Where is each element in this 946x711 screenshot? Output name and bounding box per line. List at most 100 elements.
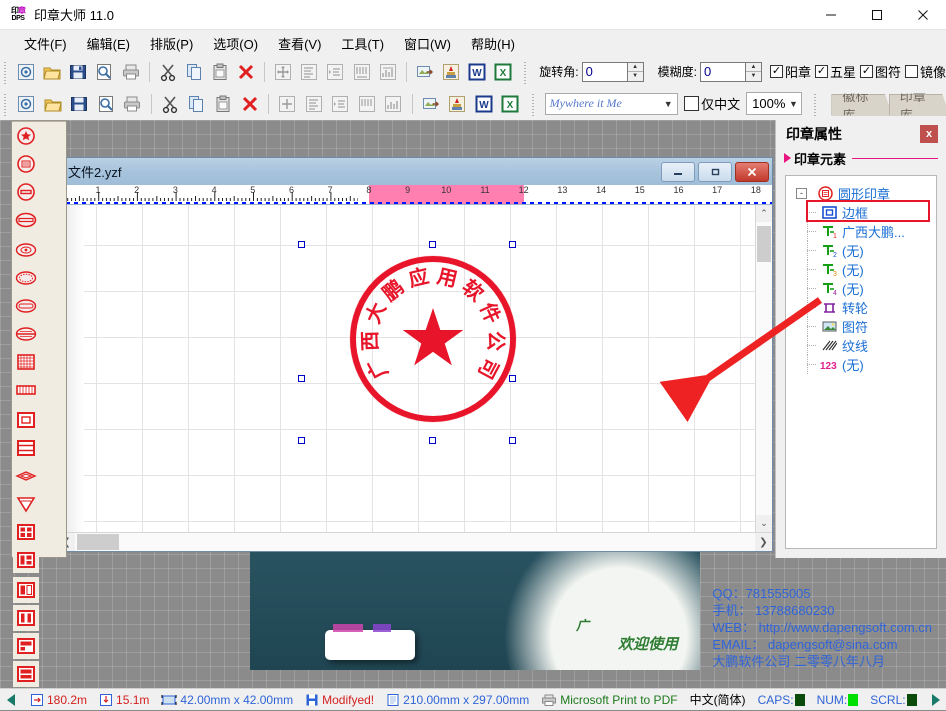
- tree-node-hatch[interactable]: 纹线: [790, 336, 932, 355]
- paste2-button[interactable]: [211, 91, 236, 117]
- shape-circle-line-icon[interactable]: [13, 179, 39, 205]
- toolbar-gripper-2[interactable]: [522, 60, 530, 84]
- shape-left-split-icon[interactable]: [13, 547, 39, 573]
- menu-edit[interactable]: 编辑(E): [77, 31, 140, 56]
- selection-handle-mr[interactable]: [509, 375, 516, 382]
- document-restore-button[interactable]: [698, 162, 732, 182]
- export-stamp-button[interactable]: [439, 59, 463, 85]
- menu-file[interactable]: 文件(F): [14, 31, 77, 56]
- chevron-down-icon[interactable]: ▼: [659, 99, 677, 109]
- checkbox-positive-seal[interactable]: ✓ 阳章: [770, 62, 811, 81]
- delete-button[interactable]: [234, 59, 258, 85]
- tree-node-text1[interactable]: 1广西大鹏...: [790, 222, 932, 241]
- menu-options[interactable]: 选项(O): [203, 31, 268, 56]
- selection-handle-tr[interactable]: [509, 241, 516, 248]
- copy-button[interactable]: [182, 59, 206, 85]
- tab-logo-library[interactable]: 徽标库: [831, 94, 892, 116]
- selection-handle-bl[interactable]: [298, 437, 305, 444]
- cut2-button[interactable]: [158, 91, 183, 117]
- toolbar-gripper-4[interactable]: [530, 92, 538, 116]
- new-button[interactable]: [14, 59, 38, 85]
- distribute-h2-button[interactable]: [354, 91, 379, 117]
- rotation-angle-spinner[interactable]: ▲▼: [582, 62, 644, 82]
- export-image-button[interactable]: [413, 59, 437, 85]
- selection-handle-tl[interactable]: [298, 241, 305, 248]
- seal-element-tree[interactable]: -圆形印章边框1广西大鹏...2(无)3(无)4(无)转轮图符纹线123(无): [785, 175, 937, 549]
- preview-doc-button[interactable]: [94, 91, 119, 117]
- blur-spin-arrows[interactable]: ▲▼: [745, 63, 761, 81]
- shape-split-2-icon[interactable]: [13, 605, 39, 631]
- export-word-button[interactable]: W: [465, 59, 489, 85]
- distribute-h-button[interactable]: [350, 59, 374, 85]
- font-select[interactable]: Mywhere it Me ▼: [545, 93, 679, 115]
- open-doc-button[interactable]: [41, 91, 66, 117]
- shape-ellipse-eye-icon[interactable]: [13, 237, 39, 263]
- horizontal-scrollbar[interactable]: ❮ ❯: [58, 532, 772, 551]
- checkbox-symbol[interactable]: ✓ 图符: [860, 62, 901, 81]
- design-canvas[interactable]: 广西大鹏应用软件公司: [58, 205, 755, 532]
- property-panel-close-button[interactable]: x: [920, 125, 938, 143]
- shape-grid-cols-icon[interactable]: [13, 377, 39, 403]
- tree-node-text3[interactable]: 3(无): [790, 260, 932, 279]
- export-stamp2-button[interactable]: [445, 91, 470, 117]
- shape-ellipse-band-icon[interactable]: [13, 293, 39, 319]
- shape-circle-star-icon[interactable]: [13, 123, 39, 149]
- selection-handle-tc[interactable]: [429, 241, 436, 248]
- shape-split-4-icon[interactable]: [13, 661, 39, 687]
- selection-handle-ml[interactable]: [298, 375, 305, 382]
- tree-node-text2[interactable]: 2(无): [790, 241, 932, 260]
- horizontal-scroll-thumb[interactable]: [77, 534, 119, 550]
- menu-window[interactable]: 窗口(W): [394, 31, 461, 56]
- document-minimize-button[interactable]: [661, 162, 695, 182]
- minimize-button[interactable]: [808, 0, 854, 30]
- horizontal-ruler[interactable]: 123456789101112131415161718: [58, 185, 772, 205]
- align-text2-button[interactable]: [301, 91, 326, 117]
- tree-node-symbol[interactable]: 图符: [790, 317, 932, 336]
- export-excel2-button[interactable]: X: [498, 91, 523, 117]
- export-image2-button[interactable]: [418, 91, 443, 117]
- checkbox-box-star[interactable]: ✓: [815, 65, 828, 78]
- vertical-scroll-track[interactable]: [756, 222, 772, 515]
- tree-node-text4[interactable]: 4(无): [790, 279, 932, 298]
- blur-spinner[interactable]: ▲▼: [700, 62, 762, 82]
- cut-button[interactable]: [156, 59, 180, 85]
- align-center-button[interactable]: [271, 59, 295, 85]
- scroll-up-icon[interactable]: ⌃: [756, 205, 772, 222]
- seal-object[interactable]: 广西大鹏应用软件公司: [350, 256, 516, 422]
- toolbar-gripper[interactable]: [2, 60, 10, 84]
- shape-circle-dots-icon[interactable]: [13, 151, 39, 177]
- print-preview-button[interactable]: [92, 59, 116, 85]
- close-button[interactable]: [900, 0, 946, 30]
- align-center2-button[interactable]: [275, 91, 300, 117]
- open-button[interactable]: [40, 59, 64, 85]
- shape-split-3-icon[interactable]: [13, 633, 39, 659]
- status-nav-left[interactable]: [0, 689, 24, 711]
- menu-help[interactable]: 帮助(H): [461, 31, 525, 56]
- shape-ellipse-line-icon[interactable]: [13, 207, 39, 233]
- document-close-button[interactable]: [735, 162, 769, 182]
- shape-rect-bands-icon[interactable]: [13, 435, 39, 461]
- checkbox-box-chinese-only[interactable]: [684, 96, 699, 111]
- selection-handle-br[interactable]: [509, 437, 516, 444]
- vertical-scroll-thumb[interactable]: [757, 226, 771, 262]
- rotation-spin-arrows[interactable]: ▲▼: [627, 63, 643, 81]
- distribute-v-button[interactable]: [376, 59, 400, 85]
- spin-down-icon-2[interactable]: ▼: [746, 72, 761, 81]
- blur-input[interactable]: [701, 63, 745, 81]
- shape-quad-grid-icon[interactable]: [13, 519, 39, 545]
- tree-node-number[interactable]: 123(无): [790, 355, 932, 374]
- indent2-button[interactable]: [328, 91, 353, 117]
- horizontal-scroll-track[interactable]: [75, 533, 755, 551]
- export-word2-button[interactable]: W: [472, 91, 497, 117]
- shape-split-1-icon[interactable]: [13, 577, 39, 603]
- tree-expander-icon[interactable]: -: [796, 188, 807, 199]
- maximize-button[interactable]: [854, 0, 900, 30]
- checkbox-mirror[interactable]: 镜像: [905, 62, 946, 81]
- shape-triangle-down-icon[interactable]: [13, 491, 39, 517]
- rotation-angle-input[interactable]: [583, 63, 627, 81]
- save-button[interactable]: [66, 59, 90, 85]
- checkbox-box-mirror[interactable]: [905, 65, 918, 78]
- selection-handle-bc[interactable]: [429, 437, 436, 444]
- checkbox-five-star[interactable]: ✓ 五星: [815, 62, 856, 81]
- spin-up-icon-2[interactable]: ▲: [746, 63, 761, 73]
